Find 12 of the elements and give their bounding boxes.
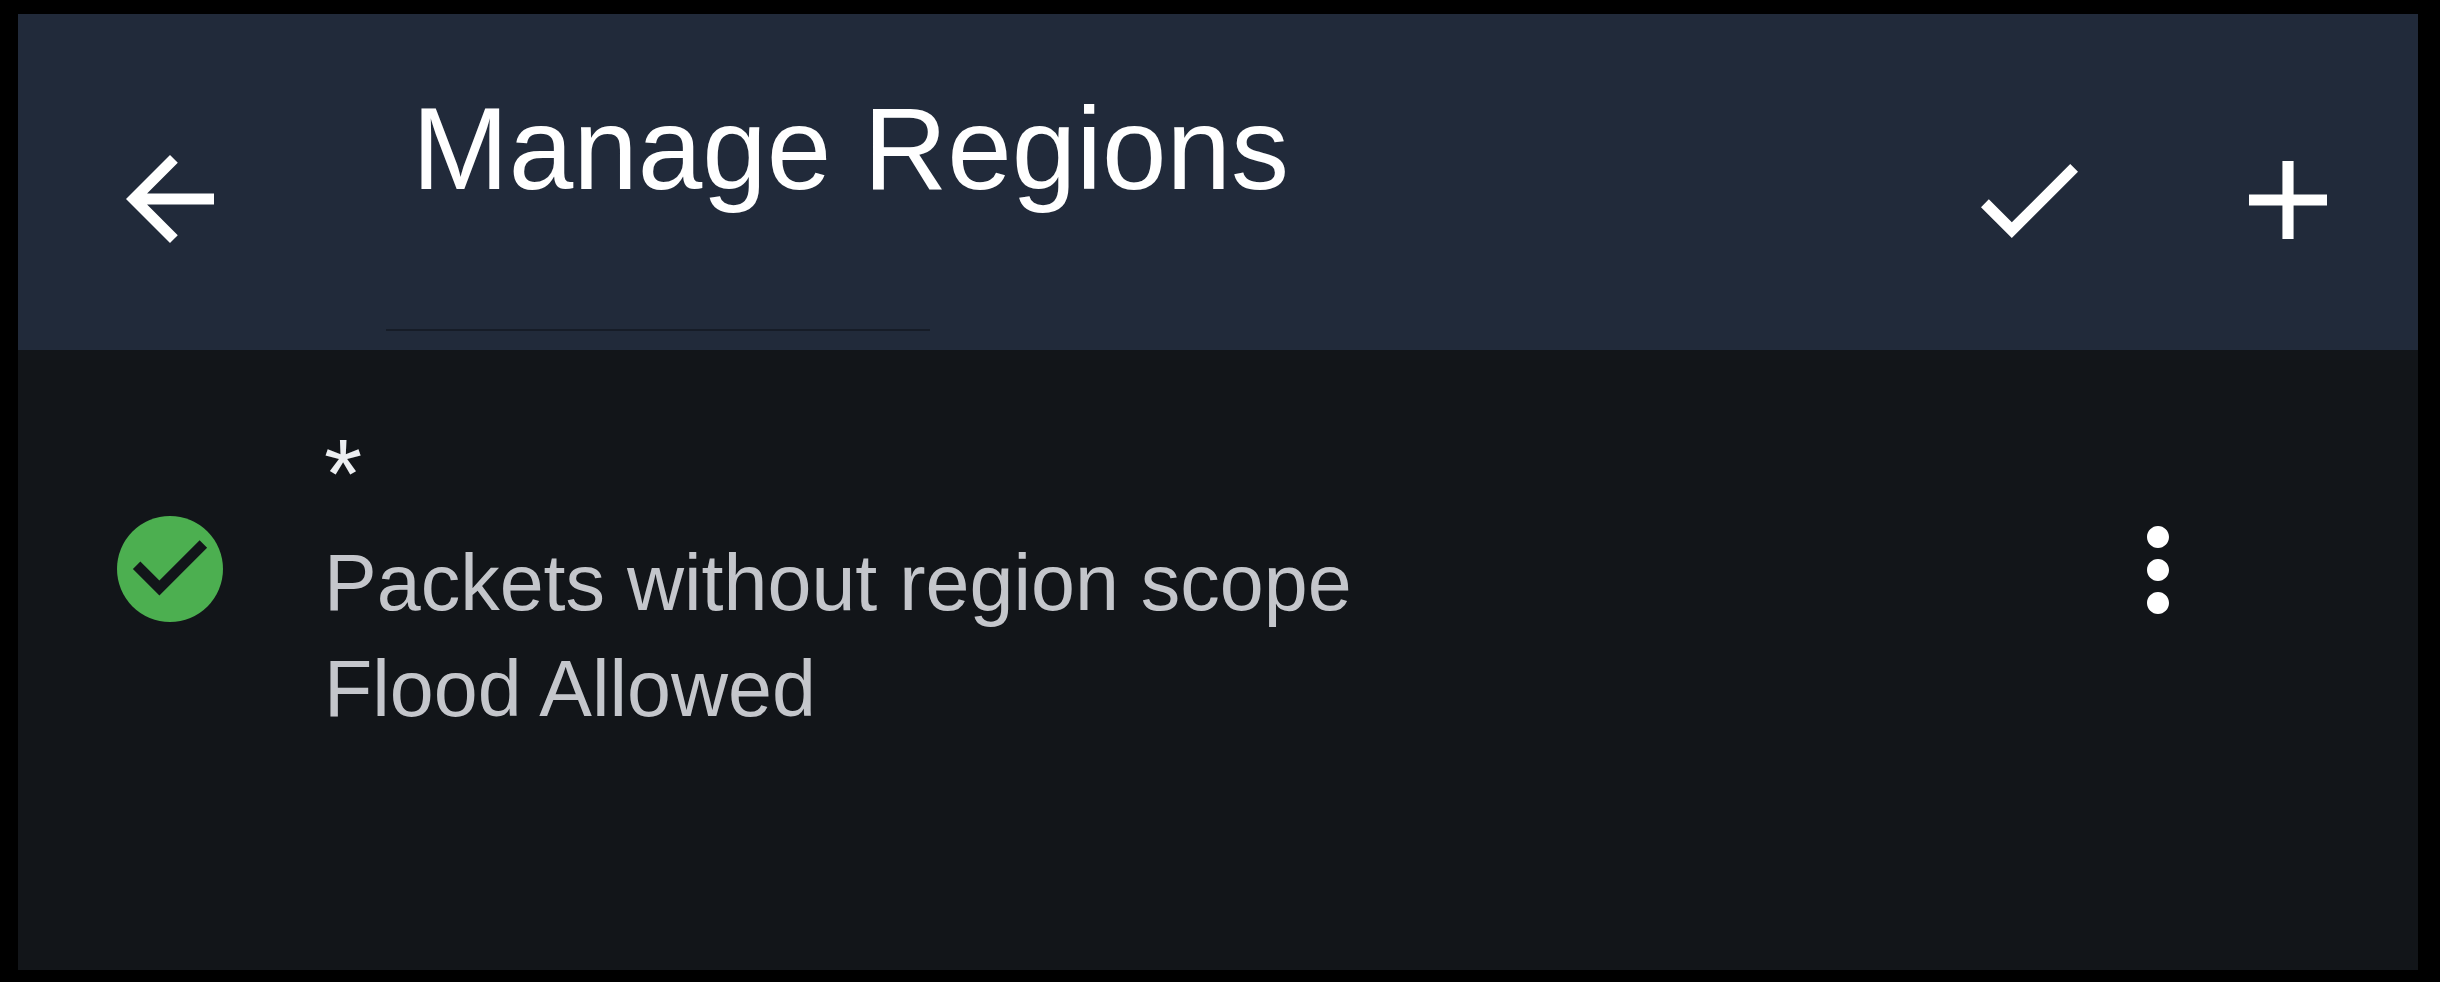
more-options-button[interactable] — [2147, 526, 2169, 614]
back-arrow-icon — [126, 155, 214, 243]
region-status: Flood Allowed — [324, 643, 816, 735]
screen-title: Manage Regions — [412, 83, 1290, 216]
vertical-dots-icon — [2147, 526, 2169, 614]
region-description: Packets without region scope — [324, 537, 1352, 629]
region-name: * — [324, 418, 363, 530]
back-button[interactable] — [126, 155, 214, 243]
check-icon — [1981, 164, 2078, 238]
plus-icon — [2249, 161, 2327, 239]
confirm-button[interactable] — [1981, 164, 2078, 238]
add-button[interactable] — [2249, 161, 2327, 239]
